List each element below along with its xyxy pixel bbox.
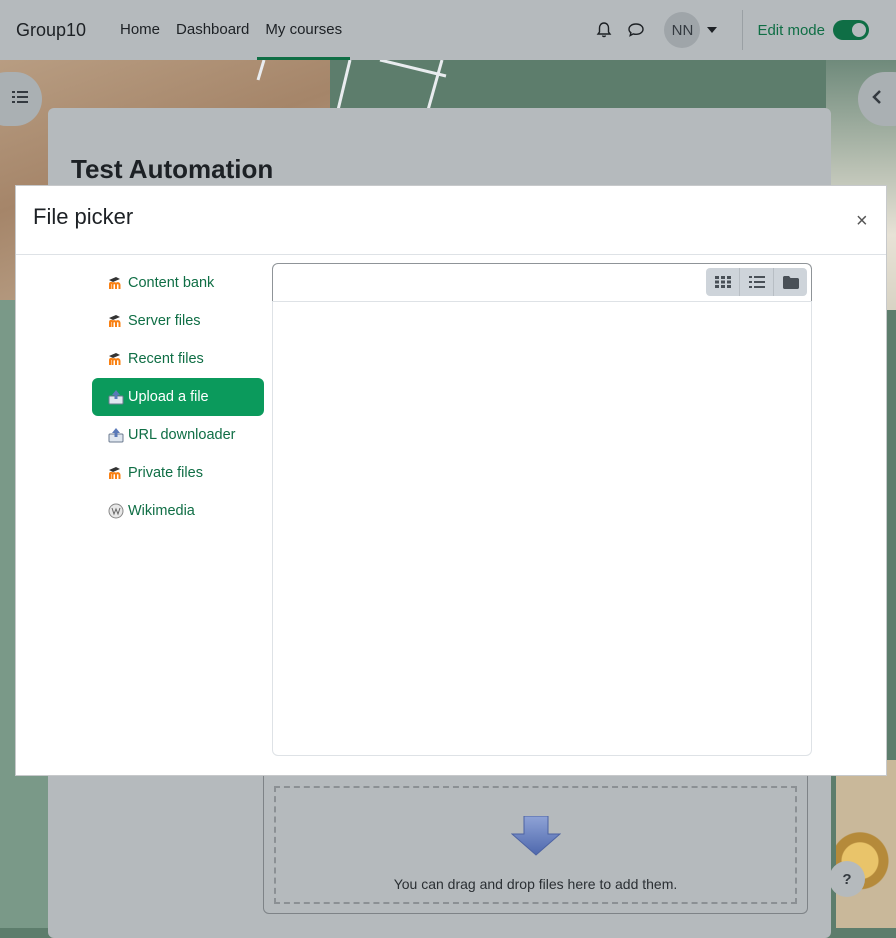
file-picker-content-area[interactable] — [272, 301, 812, 756]
chevron-left-icon — [872, 89, 882, 110]
repo-label: Upload a file — [128, 389, 209, 405]
edit-mode-toggle[interactable] — [833, 20, 869, 40]
repo-server-files[interactable]: Server files — [92, 302, 264, 340]
repo-content-bank[interactable]: Content bank — [92, 264, 264, 302]
messages-chat-icon[interactable] — [620, 14, 652, 46]
site-brand[interactable]: Group10 — [16, 20, 86, 41]
edit-mode-label: Edit mode — [757, 21, 825, 39]
view-switcher — [706, 268, 807, 296]
modal-title: File picker — [33, 204, 134, 229]
repo-recent-files[interactable]: Recent files — [92, 340, 264, 378]
repo-wikimedia[interactable]: Wikimedia — [92, 492, 264, 530]
top-navbar: Group10 Home Dashboard My courses NN Edi… — [0, 0, 896, 60]
navbar-user-area: NN Edit mode — [588, 0, 896, 60]
repository-list: Content bank Server files Recent files U… — [92, 264, 264, 530]
help-button[interactable]: ? — [829, 861, 865, 897]
nav-dashboard[interactable]: Dashboard — [168, 0, 257, 60]
user-menu-chevron-down-icon[interactable] — [700, 27, 724, 33]
modal-header: File picker × — [16, 186, 886, 255]
dropzone-instructions: You can drag and drop files here to add … — [393, 876, 678, 892]
drop-arrow-icon — [510, 815, 562, 861]
moodle-icon — [108, 313, 124, 329]
moodle-icon — [108, 351, 124, 367]
file-picker-dialog: File picker × Content bank Server files … — [15, 185, 887, 776]
moodle-icon — [108, 465, 124, 481]
repo-label: Recent files — [128, 351, 204, 367]
primary-navigation: Home Dashboard My courses — [112, 0, 351, 60]
nav-my-courses[interactable]: My courses — [257, 0, 351, 60]
upload-icon — [108, 389, 124, 405]
list-view-icon[interactable] — [740, 268, 774, 296]
repo-label: Private files — [128, 465, 203, 481]
wikimedia-icon — [108, 503, 124, 519]
repo-private-files[interactable]: Private files — [92, 454, 264, 492]
nav-home[interactable]: Home — [112, 0, 168, 60]
course-title: Test Automation — [71, 154, 274, 184]
moodle-icon — [108, 275, 124, 291]
file-picker-toolbar — [272, 263, 812, 301]
grid-view-icon[interactable] — [706, 268, 740, 296]
repo-label: URL downloader — [128, 427, 236, 443]
close-icon[interactable]: × — [856, 211, 870, 231]
repo-label: Server files — [128, 313, 201, 329]
repo-upload-a-file[interactable]: Upload a file — [92, 378, 264, 416]
user-avatar[interactable]: NN — [664, 12, 701, 48]
url-download-icon — [108, 427, 124, 443]
notifications-bell-icon[interactable] — [588, 14, 620, 46]
folder-view-icon[interactable] — [774, 268, 807, 296]
repo-label: Content bank — [128, 275, 215, 291]
repo-url-downloader[interactable]: URL downloader — [92, 416, 264, 454]
repo-label: Wikimedia — [128, 503, 195, 519]
list-icon — [12, 90, 28, 109]
navbar-divider — [742, 10, 744, 50]
